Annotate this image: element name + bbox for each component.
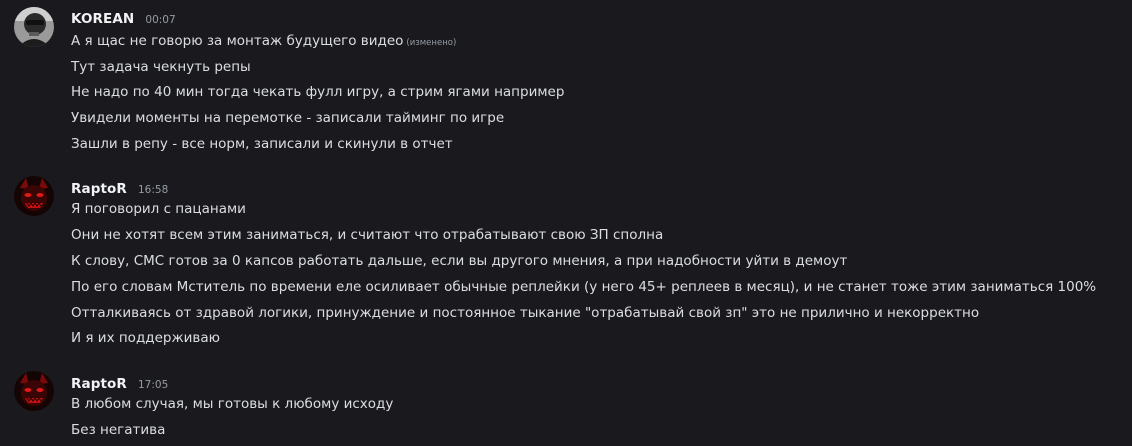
- message-line: В любом случая, мы готовы к любому исход…: [71, 396, 394, 412]
- username[interactable]: RaptoR: [71, 376, 127, 392]
- message-text: А я щас не говорю за монтаж будущего вид…: [71, 33, 404, 49]
- message-line: К слову, СМС готов за 0 капсов работать …: [71, 253, 848, 269]
- red-demon-avatar-icon: [14, 371, 54, 411]
- message-line: А я щас не говорю за монтаж будущего вид…: [71, 32, 456, 52]
- message-line: По его словам Мститель по времени еле ос…: [71, 279, 1097, 295]
- message-line: Не надо по 40 мин тогда чекать фулл игру…: [71, 84, 565, 100]
- avatar[interactable]: [14, 371, 54, 411]
- message-line: Без негатива: [71, 422, 166, 438]
- timestamp[interactable]: 17:05: [138, 379, 168, 391]
- bw-portrait-avatar-icon: [14, 7, 54, 47]
- message-line: Они не хотят всем этим заниматься, и счи…: [71, 227, 664, 243]
- chat-message-list: KOREAN 00:07 А я щас не говорю за монтаж…: [0, 0, 1132, 446]
- username[interactable]: KOREAN: [71, 11, 134, 27]
- message-header: KOREAN 00:07: [71, 8, 176, 28]
- timestamp[interactable]: 00:07: [145, 14, 175, 26]
- message-line: Я поговорил с пацанами: [71, 201, 246, 217]
- message-line: Увидели моменты на перемотке - записали …: [71, 110, 505, 126]
- timestamp[interactable]: 16:58: [138, 184, 168, 196]
- edited-label: (изменено): [406, 38, 457, 48]
- message-header: RaptoR 17:05: [71, 373, 168, 393]
- message-line: И я их поддерживаю: [71, 330, 221, 346]
- message-line: Отталкиваясь от здравой логики, принужде…: [71, 305, 980, 321]
- message-line: Зашли в репу - все норм, записали и скин…: [71, 136, 453, 152]
- avatar[interactable]: [14, 176, 54, 216]
- red-demon-avatar-icon: [14, 176, 54, 216]
- username[interactable]: RaptoR: [71, 181, 127, 197]
- message-header: RaptoR 16:58: [71, 178, 168, 198]
- message-line: Тут задача чекнуть репы: [71, 59, 251, 75]
- avatar[interactable]: [14, 7, 54, 47]
